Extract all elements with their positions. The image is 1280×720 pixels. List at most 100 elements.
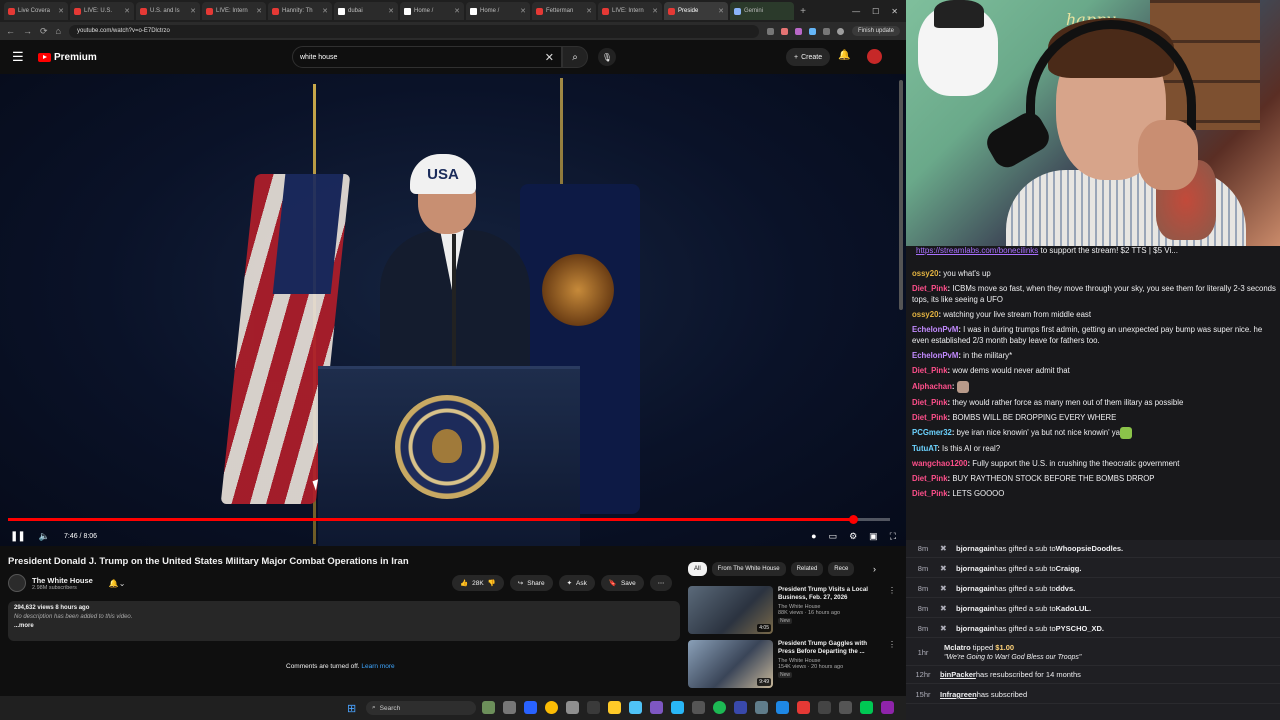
chat-username[interactable]: Diet_Pink bbox=[912, 366, 948, 375]
tab-close-icon[interactable]: ✕ bbox=[322, 7, 328, 15]
recommended-video[interactable]: 4:05 President Trump Visits a Local Busin… bbox=[688, 586, 896, 636]
chevron-right-icon[interactable]: › bbox=[873, 564, 876, 574]
thumbs-down-icon[interactable]: 👎 bbox=[488, 579, 496, 587]
account-avatar[interactable] bbox=[867, 49, 882, 64]
profile-icon[interactable] bbox=[836, 27, 844, 35]
tab-close-icon[interactable]: ✕ bbox=[586, 7, 592, 15]
autoplay-toggle[interactable]: ● bbox=[811, 531, 816, 542]
spotify-icon[interactable] bbox=[713, 701, 726, 714]
tab-close-icon[interactable]: ✕ bbox=[256, 7, 262, 15]
settings-icon[interactable]: ⚙ bbox=[849, 531, 857, 542]
search-button[interactable]: ⌕ bbox=[562, 46, 588, 68]
extension-icon[interactable] bbox=[822, 27, 830, 35]
recommended-video[interactable]: 9:49 President Trump Gaggles with Press B… bbox=[688, 640, 896, 690]
browser-tab[interactable]: Hannity: Th ✕ bbox=[268, 2, 332, 20]
tab-close-icon[interactable]: ✕ bbox=[190, 7, 196, 15]
video-title[interactable]: President Trump Visits a Local Business,… bbox=[778, 586, 883, 602]
more-actions-button[interactable]: ⋯ bbox=[649, 575, 673, 591]
browser-tab[interactable]: dubai ✕ bbox=[334, 2, 398, 20]
filter-chip[interactable]: All bbox=[688, 562, 707, 576]
browser-tab[interactable]: Live Covera ✕ bbox=[4, 2, 68, 20]
finish-update-button[interactable]: Finish update bbox=[851, 26, 900, 36]
progress-bar[interactable] bbox=[8, 515, 890, 524]
chat-username[interactable]: Diet_Pink bbox=[912, 413, 948, 422]
video-player[interactable]: USA ❚❚ 🔈 7:46 / 8:06 ● ▭ ⚙ ▣ ⛶ bbox=[0, 74, 906, 546]
pause-icon[interactable]: ❚❚ bbox=[10, 531, 26, 542]
chat-username[interactable]: wangchao1200 bbox=[912, 459, 967, 468]
chat-username[interactable]: Alphachan bbox=[912, 382, 952, 391]
tab-close-icon[interactable]: ✕ bbox=[58, 7, 64, 15]
video-title[interactable]: President Trump Gaggles with Press Befor… bbox=[778, 640, 883, 656]
app-icon[interactable] bbox=[755, 701, 768, 714]
app-icon[interactable] bbox=[860, 701, 873, 714]
reload-icon[interactable]: ⟳ bbox=[40, 26, 48, 37]
app-icon[interactable] bbox=[797, 701, 810, 714]
browser-tab[interactable]: Home / ✕ bbox=[400, 2, 464, 20]
minimize-icon[interactable]: — bbox=[852, 7, 860, 16]
volume-icon[interactable]: 🔈 bbox=[39, 531, 50, 542]
app-icon[interactable] bbox=[692, 701, 705, 714]
chat-username[interactable]: Diet_Pink bbox=[912, 284, 948, 293]
chat-username[interactable]: Diet_Pink bbox=[912, 474, 948, 483]
chat-username[interactable]: EchelonPvM bbox=[912, 325, 958, 334]
app-icon[interactable] bbox=[818, 701, 831, 714]
channel-avatar[interactable] bbox=[8, 574, 26, 592]
kebab-menu-icon[interactable]: ⋮ bbox=[888, 586, 896, 636]
forward-icon[interactable]: → bbox=[23, 26, 32, 36]
app-icon[interactable] bbox=[881, 701, 894, 714]
chat-username[interactable]: ossy20 bbox=[912, 310, 938, 319]
like-button[interactable]: 👍 28K 👎 bbox=[452, 575, 504, 591]
extension-icon[interactable] bbox=[766, 27, 774, 35]
chat-username[interactable]: EchelonPvM bbox=[912, 351, 958, 360]
filter-chip[interactable]: Related bbox=[790, 562, 824, 576]
video-thumbnail[interactable]: 9:49 bbox=[688, 640, 773, 688]
app-icon[interactable] bbox=[839, 701, 852, 714]
extension-icon[interactable] bbox=[794, 27, 802, 35]
tab-close-icon[interactable]: ✕ bbox=[388, 7, 394, 15]
browser-tab[interactable]: Preside ✕ bbox=[664, 2, 728, 20]
scrollbar-thumb[interactable] bbox=[899, 80, 903, 310]
chat-username[interactable]: Diet_Pink bbox=[912, 398, 948, 407]
more-link[interactable]: ...more bbox=[14, 623, 674, 629]
save-button[interactable]: 🔖 Save bbox=[600, 575, 644, 591]
app-icon[interactable] bbox=[629, 701, 642, 714]
voice-search-button[interactable]: 🎙 bbox=[598, 48, 616, 66]
video-thumbnail[interactable]: 4:05 bbox=[688, 586, 773, 634]
close-window-icon[interactable]: ✕ bbox=[891, 7, 898, 16]
fullscreen-icon[interactable]: ⛶ bbox=[890, 531, 896, 542]
page-scrollbar[interactable] bbox=[898, 74, 904, 696]
search-input[interactable]: white house ✕ bbox=[292, 46, 562, 68]
ask-button[interactable]: ✦ Ask bbox=[558, 575, 595, 591]
clear-search-icon[interactable]: ✕ bbox=[545, 51, 554, 64]
subtitles-icon[interactable]: ▭ bbox=[829, 531, 838, 542]
browser-tab[interactable]: Home / ✕ bbox=[466, 2, 530, 20]
app-icon[interactable] bbox=[524, 701, 537, 714]
extension-icon[interactable] bbox=[808, 27, 816, 35]
extension-icon[interactable] bbox=[780, 27, 788, 35]
tab-close-icon[interactable]: ✕ bbox=[454, 7, 460, 15]
taskbar-search[interactable]: ⌕ Search bbox=[366, 701, 476, 715]
filter-chip[interactable]: From The White House bbox=[711, 562, 786, 576]
browser-tab[interactable]: LIVE: Intern ✕ bbox=[202, 2, 266, 20]
browser-tab[interactable]: Fetterman ✕ bbox=[532, 2, 596, 20]
widgets-icon[interactable] bbox=[482, 701, 495, 714]
description-box[interactable]: 294,632 views 8 hours ago No description… bbox=[8, 601, 680, 641]
learn-more-link[interactable]: Learn more bbox=[361, 663, 394, 670]
app-icon[interactable] bbox=[776, 701, 789, 714]
browser-tab[interactable]: Gemini bbox=[730, 2, 794, 20]
notifications-icon[interactable]: 🔔 bbox=[838, 50, 850, 61]
miniplayer-icon[interactable]: ▣ bbox=[869, 531, 878, 542]
new-tab-button[interactable]: + bbox=[796, 6, 810, 17]
create-button[interactable]: + Create bbox=[786, 48, 831, 66]
file-icon[interactable] bbox=[503, 701, 516, 714]
chrome-icon[interactable] bbox=[545, 701, 558, 714]
app-icon[interactable] bbox=[566, 701, 579, 714]
scrubber-handle[interactable] bbox=[848, 515, 858, 524]
tab-close-icon[interactable]: ✕ bbox=[718, 7, 724, 15]
tab-close-icon[interactable]: ✕ bbox=[520, 7, 526, 15]
browser-tab[interactable]: LIVE: Intern ✕ bbox=[598, 2, 662, 20]
channel-name[interactable]: The White House bbox=[32, 576, 93, 585]
chat-username[interactable]: TutuAT bbox=[912, 444, 937, 453]
chat-username[interactable]: Diet_Pink bbox=[912, 489, 948, 498]
subscription-bell-icon[interactable]: 🔔⌄ bbox=[109, 579, 126, 588]
